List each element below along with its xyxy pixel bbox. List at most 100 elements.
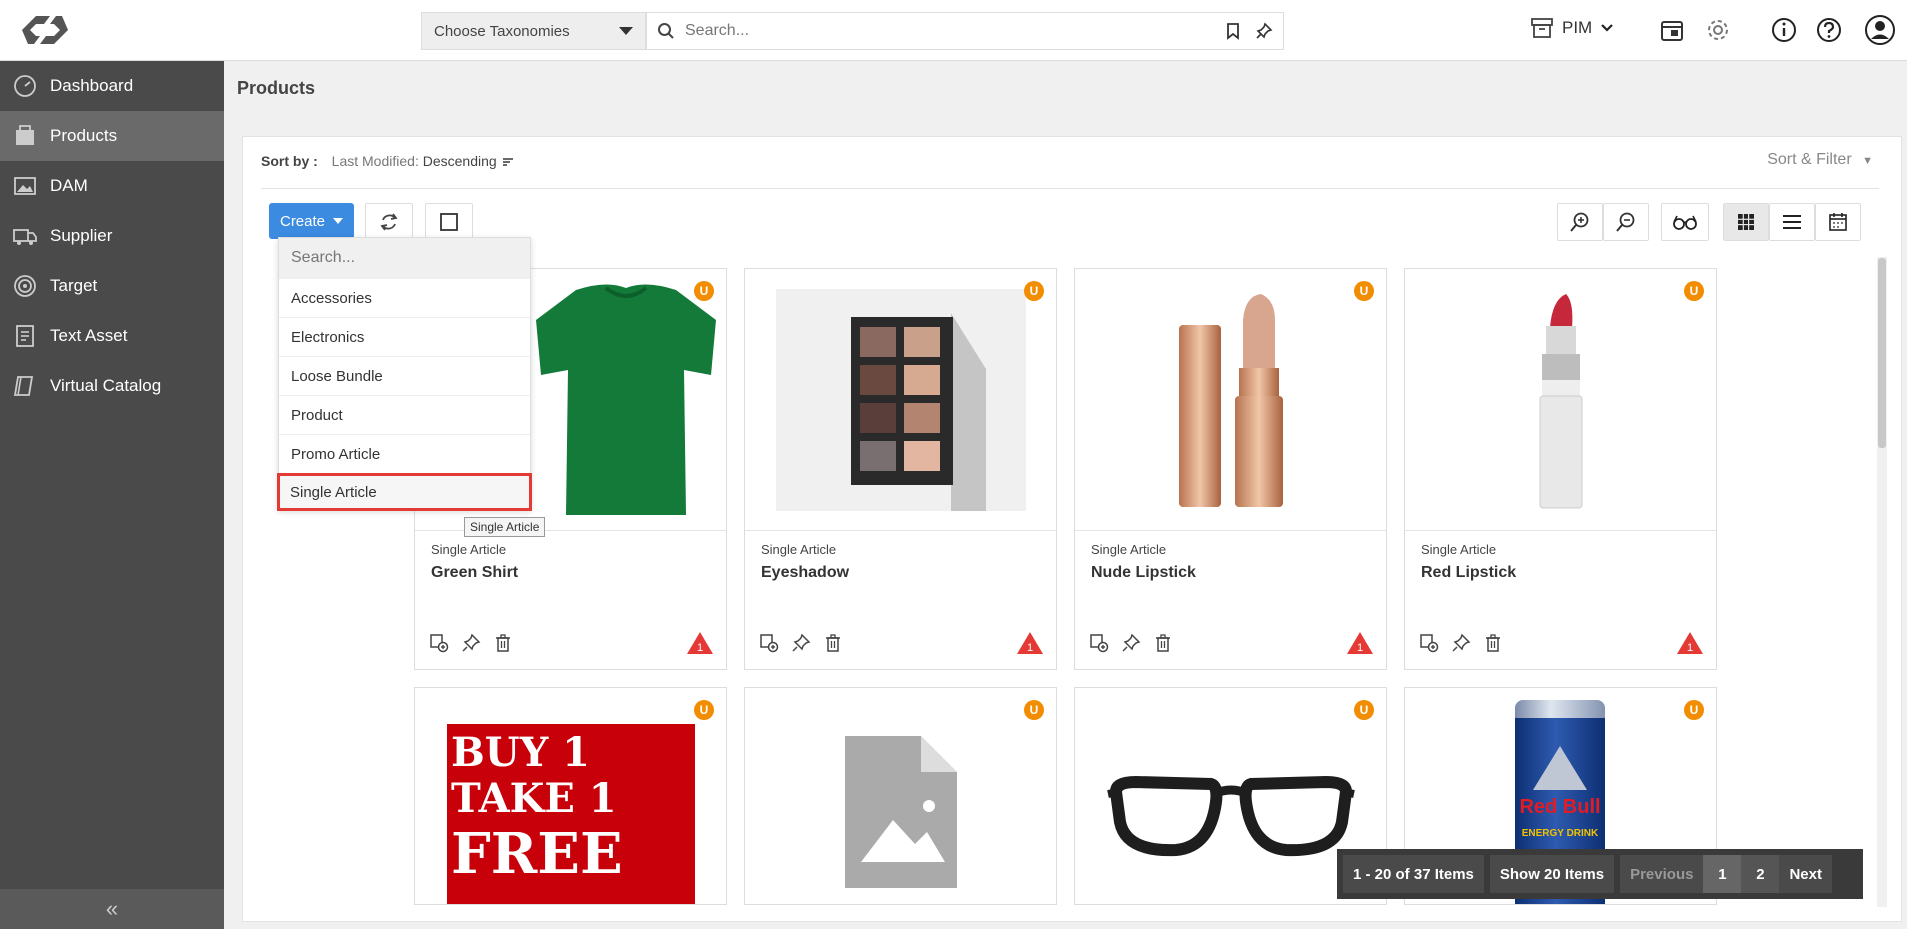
pin-icon[interactable] bbox=[461, 633, 481, 653]
pin-icon[interactable] bbox=[791, 633, 811, 653]
product-image bbox=[1405, 269, 1716, 531]
product-card[interactable]: BUY 1 TAKE 1 FREE U bbox=[414, 687, 727, 905]
sidebar-item-supplier[interactable]: Supplier bbox=[0, 211, 224, 261]
sort-lines-icon[interactable] bbox=[501, 156, 515, 168]
sidebar-item-virtual-catalog[interactable]: Virtual Catalog bbox=[0, 361, 224, 411]
product-card[interactable]: U bbox=[744, 687, 1057, 905]
taxonomy-select[interactable]: Choose Taxonomies bbox=[421, 12, 646, 50]
previous-page-button[interactable]: Previous bbox=[1620, 855, 1704, 893]
archive-icon bbox=[1531, 18, 1553, 38]
create-dropdown-menu: Accessories Electronics Loose Bundle Pro… bbox=[277, 237, 532, 511]
warning-icon[interactable]: 1 bbox=[686, 631, 714, 660]
menu-item-promo-article[interactable]: Promo Article bbox=[279, 434, 530, 473]
gear-icon[interactable] bbox=[1703, 15, 1733, 45]
create-button[interactable]: Create bbox=[269, 203, 354, 239]
calendar-view-button[interactable] bbox=[1815, 203, 1861, 241]
search-icon bbox=[658, 23, 674, 39]
glasses-icon bbox=[1673, 215, 1697, 230]
product-type: Single Article bbox=[761, 542, 837, 557]
sidebar-item-label: Supplier bbox=[50, 226, 113, 245]
sort-filter-toggle[interactable]: Sort & Filter ▼ bbox=[1767, 151, 1873, 169]
info-icon[interactable] bbox=[1769, 15, 1799, 45]
pin-icon[interactable] bbox=[1451, 633, 1471, 653]
product-card[interactable]: U Single Article Nude Lipstick 1 bbox=[1074, 268, 1387, 670]
sidebar-item-products[interactable]: Products bbox=[0, 111, 224, 161]
help-icon[interactable] bbox=[1814, 15, 1844, 45]
copy-add-icon[interactable] bbox=[1089, 633, 1109, 653]
pin-icon[interactable] bbox=[1255, 22, 1273, 40]
sidebar-item-label: Target bbox=[50, 276, 98, 295]
menu-item-loose-bundle[interactable]: Loose Bundle bbox=[279, 356, 530, 395]
menu-item-electronics[interactable]: Electronics bbox=[279, 317, 530, 356]
sidebar-item-label: Products bbox=[50, 126, 118, 145]
list-view-button[interactable] bbox=[1769, 203, 1815, 241]
copy-add-icon[interactable] bbox=[1419, 633, 1439, 653]
truck-icon bbox=[13, 229, 37, 245]
page-size-button[interactable]: Show 20 Items bbox=[1489, 855, 1615, 893]
checkbox-icon bbox=[440, 213, 458, 231]
can-brand: Red Bull bbox=[1519, 796, 1601, 818]
caret-down-icon: ▼ bbox=[1862, 155, 1873, 167]
page-title: Products bbox=[237, 78, 316, 98]
global-search bbox=[646, 12, 1284, 50]
calendar-box-icon[interactable] bbox=[1657, 15, 1687, 45]
page-button-2[interactable]: 2 bbox=[1741, 855, 1780, 893]
menu-item-single-article[interactable]: Single Article bbox=[277, 473, 532, 511]
sidebar-item-text-asset[interactable]: Text Asset bbox=[0, 311, 224, 361]
refresh-button[interactable] bbox=[365, 203, 413, 241]
trash-icon[interactable] bbox=[1483, 633, 1503, 653]
menu-item-product[interactable]: Product bbox=[279, 395, 530, 434]
divider bbox=[261, 188, 1879, 189]
sidebar-item-dam[interactable]: DAM bbox=[0, 161, 224, 211]
status-badge: U bbox=[694, 700, 714, 720]
product-name[interactable]: Nude Lipstick bbox=[1091, 564, 1196, 582]
module-label: PIM bbox=[1562, 18, 1593, 37]
app-logo[interactable] bbox=[22, 12, 68, 48]
create-menu-search bbox=[279, 238, 530, 278]
page-button-1[interactable]: 1 bbox=[1703, 855, 1742, 893]
sort-field: Last Modified: bbox=[331, 153, 419, 169]
green-shirt-image bbox=[535, 283, 716, 515]
sidebar-item-dashboard[interactable]: Dashboard bbox=[0, 61, 224, 111]
trash-icon[interactable] bbox=[493, 633, 513, 653]
product-card[interactable]: U Single Article Red Lipstick 1 bbox=[1404, 268, 1717, 670]
module-switcher[interactable]: PIM bbox=[1530, 17, 1614, 39]
sidebar-collapse-button[interactable]: « bbox=[0, 889, 224, 929]
preview-button[interactable] bbox=[1661, 203, 1709, 241]
select-all-button[interactable] bbox=[425, 203, 473, 241]
trash-icon[interactable] bbox=[823, 633, 843, 653]
global-search-input[interactable] bbox=[685, 22, 1225, 40]
refresh-icon bbox=[380, 213, 398, 231]
create-menu-search-input[interactable] bbox=[291, 249, 511, 267]
bookmark-icon[interactable] bbox=[1225, 22, 1241, 40]
grid-view-button[interactable] bbox=[1723, 203, 1769, 241]
copy-add-icon[interactable] bbox=[759, 633, 779, 653]
product-card[interactable]: U Single Article Eyeshadow 1 bbox=[744, 268, 1057, 670]
scrollbar-thumb[interactable] bbox=[1878, 258, 1886, 448]
copy-add-icon[interactable] bbox=[429, 633, 449, 653]
product-name[interactable]: Green Shirt bbox=[431, 564, 518, 582]
warning-icon[interactable]: 1 bbox=[1676, 631, 1704, 660]
card-actions bbox=[1419, 633, 1503, 653]
product-name[interactable]: Eyeshadow bbox=[761, 564, 849, 582]
next-page-button[interactable]: Next bbox=[1779, 855, 1832, 893]
sort-order[interactable]: Descending bbox=[423, 153, 497, 169]
chevron-down-icon bbox=[619, 27, 633, 35]
zoom-in-button[interactable] bbox=[1557, 203, 1603, 241]
pagination-bar: 1 - 20 of 37 Items Show 20 Items Previou… bbox=[1337, 849, 1863, 899]
zoom-out-button[interactable] bbox=[1603, 203, 1649, 241]
product-name[interactable]: Red Lipstick bbox=[1421, 564, 1516, 582]
sort-row: Sort by : Last Modified: Descending bbox=[261, 153, 515, 169]
menu-item-accessories[interactable]: Accessories bbox=[279, 278, 530, 317]
warning-icon[interactable]: 1 bbox=[1346, 631, 1374, 660]
glasses-image bbox=[1106, 775, 1355, 857]
sort-filter-label: Sort & Filter bbox=[1767, 151, 1852, 168]
warning-icon[interactable]: 1 bbox=[1016, 631, 1044, 660]
status-badge: U bbox=[1354, 281, 1374, 301]
user-avatar-icon[interactable] bbox=[1864, 14, 1896, 46]
caret-down-icon bbox=[333, 218, 344, 224]
sidebar-item-target[interactable]: Target bbox=[0, 261, 224, 311]
trash-icon[interactable] bbox=[1153, 633, 1173, 653]
zoom-out-icon bbox=[1616, 212, 1635, 232]
pin-icon[interactable] bbox=[1121, 633, 1141, 653]
